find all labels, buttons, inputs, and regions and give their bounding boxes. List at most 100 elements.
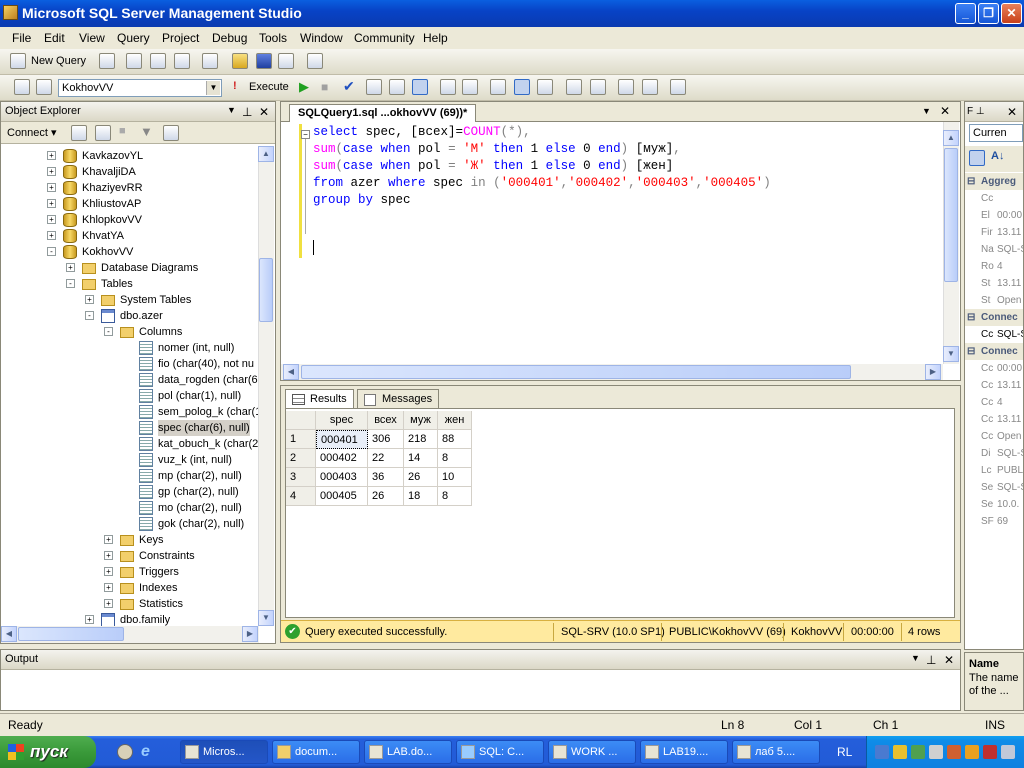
expand-icon[interactable]: + (47, 215, 56, 224)
scroll-down-icon[interactable]: ▼ (943, 346, 959, 362)
property-row[interactable]: Di SQL-S (965, 445, 1023, 462)
task-ssms[interactable]: Micros... (180, 740, 268, 764)
task-documents[interactable]: docum... (272, 740, 360, 764)
scroll-thumb[interactable] (944, 148, 958, 282)
xmla-query-icon[interactable] (174, 53, 190, 69)
connect-object-icon[interactable] (71, 125, 87, 141)
parse-icon[interactable]: ✔ (343, 78, 355, 95)
collapse-icon[interactable]: ⊟ (967, 343, 975, 360)
grid-cell[interactable]: 26 (368, 487, 404, 506)
menu-file[interactable]: File (12, 31, 31, 45)
open-file-icon[interactable] (232, 53, 248, 69)
expand-icon[interactable]: + (104, 551, 113, 560)
row-header[interactable]: 3 (286, 468, 316, 487)
grid-cell[interactable]: 22 (368, 449, 404, 468)
network-icon[interactable] (875, 745, 889, 759)
expand-icon[interactable]: + (104, 567, 113, 576)
scroll-left-icon[interactable]: ◀ (283, 364, 299, 380)
grid-cell[interactable]: 18 (404, 487, 438, 506)
expand-icon[interactable]: + (104, 599, 113, 608)
row-header[interactable]: 2 (286, 449, 316, 468)
results-to-grid-icon[interactable] (412, 79, 428, 95)
property-row[interactable]: NaSQL-S (965, 241, 1023, 258)
grid-cell[interactable]: 000403 (316, 468, 368, 487)
collapse-icon[interactable]: - (47, 247, 56, 256)
menu-edit[interactable]: Edit (44, 31, 65, 45)
tree-horizontal-scrollbar[interactable]: ◀ ▶ (1, 626, 259, 643)
task-lab19[interactable]: LAB19.... (640, 740, 728, 764)
expand-icon[interactable]: + (85, 295, 94, 304)
property-row[interactable]: Ro 4 (965, 258, 1023, 275)
property-category[interactable]: ⊟ Connec (965, 309, 1023, 326)
start-button[interactable]: пуск (0, 736, 96, 768)
sql-server-icon[interactable] (911, 745, 925, 759)
debug-icon[interactable]: ▶ (299, 79, 309, 95)
pin-icon[interactable]: F ⊥ (967, 106, 985, 117)
close-icon[interactable]: ✕ (259, 105, 269, 119)
analysis-query-icon[interactable] (150, 53, 166, 69)
tab-messages[interactable]: Messages (357, 389, 440, 409)
property-row[interactable]: St Open (965, 292, 1023, 309)
editor-horizontal-scrollbar[interactable]: ◀ ▶ (281, 364, 943, 380)
save-icon[interactable] (256, 53, 272, 69)
scroll-right-icon[interactable]: ▶ (925, 364, 941, 380)
chevron-down-icon[interactable]: ▼ (922, 106, 931, 116)
stop-icon[interactable]: ■ (119, 125, 126, 137)
comment-icon[interactable] (566, 79, 582, 95)
property-row[interactable]: CcSQL-S (965, 326, 1023, 343)
refresh-icon[interactable] (163, 125, 179, 141)
task-sql-browser[interactable]: SQL: C... (456, 740, 544, 764)
tab-results[interactable]: Results (285, 389, 354, 409)
quick-launch-desktop-icon[interactable] (117, 744, 133, 760)
tree-vertical-scrollbar[interactable]: ▲ ▼ (258, 146, 274, 626)
expand-icon[interactable]: + (104, 583, 113, 592)
results-file-icon[interactable] (537, 79, 553, 95)
property-row[interactable]: Cc 13.11 (965, 377, 1023, 394)
connect-icon[interactable] (14, 79, 30, 95)
specify-values-icon[interactable] (670, 79, 686, 95)
hscroll-thumb[interactable] (301, 365, 851, 379)
scroll-thumb[interactable] (259, 258, 273, 322)
hscroll-thumb[interactable] (18, 627, 124, 641)
column-header[interactable]: муж (404, 411, 438, 430)
grid-cell[interactable]: 000405 (316, 487, 368, 506)
menu-help[interactable]: Help (423, 31, 448, 45)
alphabetical-icon[interactable]: A↓ (991, 150, 1004, 162)
scroll-down-icon[interactable]: ▼ (258, 610, 274, 626)
expand-icon[interactable]: + (47, 199, 56, 208)
available-databases-select[interactable]: KokhovVV ▼ (58, 79, 222, 97)
property-category[interactable]: ⊟ Aggreg (965, 173, 1023, 190)
collapse-icon[interactable]: - (85, 311, 94, 320)
grid-cell[interactable]: 8 (438, 449, 472, 468)
task-lab-doc[interactable]: LAB.do... (364, 740, 452, 764)
property-row[interactable]: St 13.11 (965, 275, 1023, 292)
task-work[interactable]: WORK ... (548, 740, 636, 764)
change-connection-icon[interactable] (36, 79, 52, 95)
close-button[interactable]: ✕ (1001, 3, 1022, 24)
row-header[interactable]: 1 (286, 430, 316, 449)
grid-cell[interactable]: 306 (368, 430, 404, 449)
grid-cell[interactable]: 36 (368, 468, 404, 487)
property-row[interactable]: El 00:00 (965, 207, 1023, 224)
close-icon[interactable]: ✕ (940, 104, 950, 118)
property-row[interactable]: SeSQL-S (965, 479, 1023, 496)
increase-indent-icon[interactable] (642, 79, 658, 95)
scroll-left-icon[interactable]: ◀ (1, 626, 17, 642)
grid-corner[interactable] (286, 411, 316, 430)
collapse-icon[interactable]: - (66, 279, 75, 288)
maximize-button[interactable]: ❐ (978, 3, 999, 24)
decrease-indent-icon[interactable] (618, 79, 634, 95)
language-indicator[interactable]: RL (837, 745, 852, 759)
filter-icon[interactable]: ▼ (140, 124, 153, 139)
execute-button[interactable]: Execute (249, 81, 289, 93)
column-header[interactable]: жен (438, 411, 472, 430)
grid-cell[interactable]: 26 (404, 468, 438, 487)
expand-icon[interactable]: + (47, 167, 56, 176)
property-row[interactable]: Cc 00:00 (965, 360, 1023, 377)
menu-debug[interactable]: Debug (212, 31, 247, 45)
grid-cell[interactable]: 88 (438, 430, 472, 449)
collapse-icon[interactable]: ⊟ (967, 173, 975, 190)
expand-icon[interactable]: + (47, 231, 56, 240)
menu-window[interactable]: Window (300, 31, 343, 45)
grid-cell[interactable]: 8 (438, 487, 472, 506)
